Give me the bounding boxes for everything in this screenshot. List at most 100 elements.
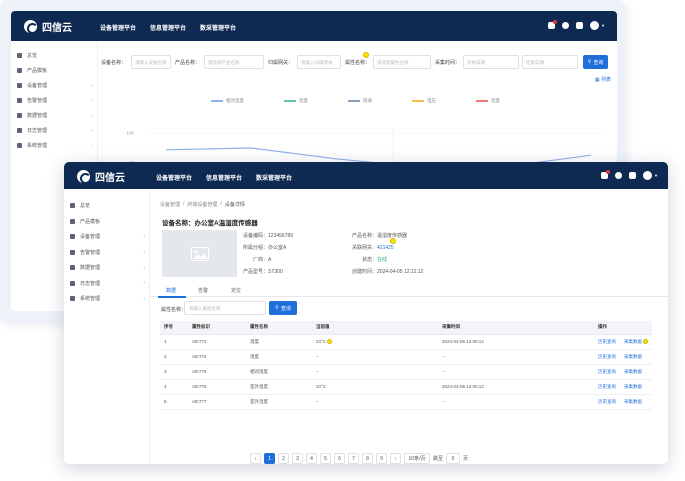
history-link[interactable]: 历史查询 (598, 399, 616, 404)
page-button[interactable]: 2 (278, 453, 289, 464)
pagination: ‹ 1 2 3 4 5 6 7 8 9 › 10条/页 跳至 0 页 (250, 453, 468, 464)
collect-link[interactable]: 采集数据 (624, 384, 642, 389)
page-button[interactable]: 1 (264, 453, 275, 464)
cell-value: -- (312, 364, 438, 380)
help-icon[interactable] (562, 22, 570, 29)
query-button[interactable]: ⚲ 查询 (269, 301, 297, 315)
nav-item-device-platform[interactable]: 设备管理平台 (100, 23, 136, 32)
chevron-right-icon: › (143, 280, 145, 287)
legend-item[interactable]: 电压 (412, 98, 436, 104)
attribute-table: 序号 属性标识 属性名称 当前值 采集时间 操作 1 Attr772 温度 23… (160, 321, 652, 410)
highlight-dot (390, 238, 396, 244)
page-button[interactable]: 5 (320, 453, 331, 464)
cell-id: Attr777 (188, 394, 246, 410)
chevron-right-icon: › (91, 142, 93, 149)
sidebar-item-overview[interactable]: 总览 (64, 198, 149, 214)
tab-alarm[interactable]: 告警 (198, 287, 208, 294)
logo[interactable]: 四信云 (77, 169, 125, 184)
back-query-button[interactable]: ⚲ 查询 (583, 55, 608, 69)
legend-item[interactable]: 风速 (348, 98, 372, 104)
data-icon (17, 113, 22, 118)
chevron-down-icon[interactable]: ▼ (601, 23, 605, 28)
message-icon[interactable] (629, 172, 637, 179)
nav-item-device-platform[interactable]: 设备管理平台 (156, 173, 192, 182)
history-link[interactable]: 历史查询 (598, 369, 616, 374)
cell-name: 室外温度 (246, 379, 312, 395)
history-link[interactable]: 历史查询 (598, 354, 616, 359)
history-link[interactable]: 历史查询 (598, 339, 616, 344)
sidebar-item-product[interactable]: 产品模板 (11, 63, 97, 78)
prev-page-button[interactable]: ‹ (250, 453, 261, 464)
col-header: 序号 (160, 321, 188, 335)
breadcrumb-item[interactable]: 终端设备管理 (187, 201, 217, 208)
page-button[interactable]: 8 (362, 453, 373, 464)
sidebar-item-device[interactable]: 设备管理 › (64, 229, 149, 245)
collect-link[interactable]: 采集数据 (624, 354, 642, 359)
list-view-toggle[interactable]: ▦ 列表 (595, 76, 611, 83)
message-icon[interactable] (576, 22, 584, 29)
tab-data[interactable]: 数据 (166, 287, 176, 294)
sidebar-item-label: 产品模板 (27, 68, 48, 74)
collect-link[interactable]: 采集数据 (624, 399, 642, 404)
sidebar-item-log[interactable]: 日志管理 › (11, 123, 97, 138)
sidebar-item-device[interactable]: 设备管理 › (11, 78, 97, 93)
legend-swatch (284, 100, 296, 102)
avatar[interactable] (643, 171, 653, 180)
sidebar-item-system[interactable]: 系统管理 › (11, 138, 97, 153)
collect-link[interactable]: 采集数据 (624, 339, 642, 344)
tab-location[interactable]: 定位 (231, 287, 241, 294)
next-page-button[interactable]: › (390, 453, 401, 464)
breadcrumb-item[interactable]: 设备管理 (160, 201, 180, 208)
nav-item-data-platform[interactable]: 数采管理平台 (200, 23, 236, 32)
chevron-right-icon: › (91, 127, 93, 134)
page-button[interactable]: 9 (376, 453, 387, 464)
nav-item-data-platform[interactable]: 数采管理平台 (256, 173, 292, 182)
top-nav: 设备管理平台 信息管理平台 数采管理平台 (100, 23, 236, 32)
gateway-input[interactable]: 请输入归属网关 (297, 55, 341, 69)
notification-icon[interactable] (548, 20, 558, 29)
help-icon[interactable] (615, 172, 623, 179)
legend-item[interactable]: 相对湿度 (211, 98, 244, 104)
attribute-select[interactable]: 请选择属性名称 (373, 55, 431, 69)
start-date-input[interactable]: 开始日期 (463, 55, 519, 69)
end-date-input[interactable]: 结束日期 (522, 55, 578, 69)
sidebar-item-alarm[interactable]: 告警管理 › (64, 245, 149, 261)
sidebar-item-data[interactable]: 数据管理 › (11, 108, 97, 123)
gateway-label: 归属网关： (268, 60, 294, 66)
sidebar-item-alarm[interactable]: 告警管理 › (11, 93, 97, 108)
history-link[interactable]: 历史查询 (598, 384, 616, 389)
avatar[interactable] (590, 21, 600, 30)
device-name-input[interactable]: 请输入设备名称 (131, 55, 171, 69)
product-name-select[interactable]: 请选择产品名称 (204, 55, 264, 69)
info-label: 创建时间： (352, 269, 378, 275)
product-icon (17, 68, 22, 73)
page-button[interactable]: 6 (334, 453, 345, 464)
jump-input[interactable]: 0 (446, 453, 461, 464)
sidebar-item-overview[interactable]: 总览 (11, 48, 97, 63)
info-value: 123456789 (268, 233, 294, 239)
sidebar-item-log[interactable]: 日志管理 › (64, 276, 149, 292)
table-header-row: 序号 属性标识 属性名称 当前值 采集时间 操作 (160, 321, 652, 335)
page-button[interactable]: 4 (306, 453, 317, 464)
sidebar-item-label: 告警管理 (80, 249, 101, 256)
sidebar-item-system[interactable]: 系统管理 › (64, 291, 149, 307)
page-button[interactable]: 7 (348, 453, 359, 464)
top-nav: 设备管理平台 信息管理平台 数采管理平台 (156, 173, 292, 182)
page-size-select[interactable]: 10条/页 (404, 453, 430, 464)
logo[interactable]: 四信云 (24, 19, 72, 34)
sidebar-item-product[interactable]: 产品模板 (64, 214, 149, 230)
sidebar-item-data[interactable]: 数据管理 › (64, 260, 149, 276)
attribute-name-input[interactable]: 请输入属性名称 (184, 301, 266, 315)
info-label: 厂商： (253, 257, 269, 263)
gateway-link[interactable]: 421425 (377, 245, 394, 251)
collect-link[interactable]: 采集数据 (624, 369, 642, 374)
page-button[interactable]: 3 (292, 453, 303, 464)
nav-item-info-platform[interactable]: 信息管理平台 (150, 23, 186, 32)
notification-icon[interactable] (601, 170, 611, 179)
chevron-down-icon[interactable]: ▼ (654, 173, 658, 178)
nav-item-info-platform[interactable]: 信息管理平台 (206, 173, 242, 182)
cell-no: 2 (160, 349, 188, 365)
legend-item[interactable]: 温度 (284, 98, 308, 104)
top-bar: 四信云 设备管理平台 信息管理平台 数采管理平台 ▼ (64, 162, 668, 189)
legend-item[interactable]: 温度 (476, 98, 500, 104)
